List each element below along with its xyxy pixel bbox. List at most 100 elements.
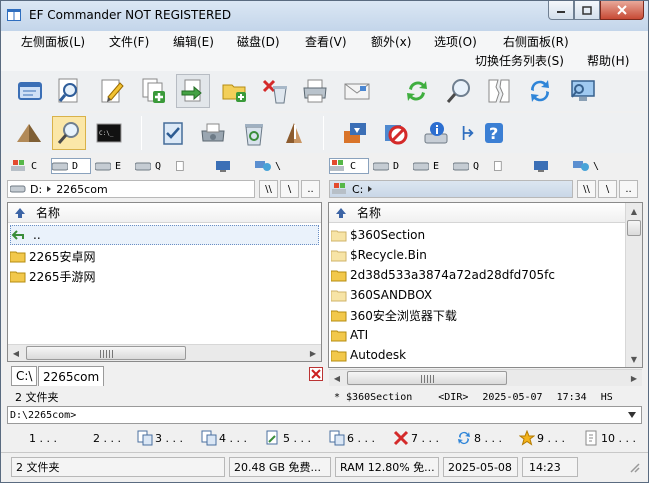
drive-document-right[interactable] [493, 158, 509, 174]
function-key-9[interactable]: 9 . . . [519, 428, 565, 448]
function-key-6[interactable]: 6 . . . [329, 428, 375, 448]
left-root-button[interactable]: \\ [259, 180, 278, 198]
drive-q-right[interactable]: Q [453, 158, 479, 174]
install-button[interactable] [338, 116, 372, 150]
drive-network-left[interactable]: \ [255, 158, 281, 174]
function-key-5[interactable]: 5 . . . [265, 428, 311, 448]
printer-button[interactable] [196, 116, 230, 150]
scroll-up-button[interactable]: ▲ [626, 203, 642, 219]
list-item[interactable]: .. [10, 225, 319, 245]
list-item[interactable]: $360Section [331, 225, 425, 245]
new-folder-button[interactable] [218, 74, 252, 108]
dropdown-arrow-icon[interactable] [627, 411, 637, 419]
left-up-button[interactable]: .. [301, 180, 320, 198]
function-key-3[interactable]: 3 . . . [137, 428, 183, 448]
right-up-button[interactable]: .. [619, 180, 638, 198]
checklist-button[interactable] [156, 116, 190, 150]
menu-task-list[interactable]: 切换任务列表(S) [475, 52, 564, 69]
function-key-2[interactable]: 2 . . . [93, 428, 121, 448]
drive-d-right[interactable]: D [373, 158, 399, 174]
scroll-right-button[interactable]: ▶ [626, 370, 642, 386]
sync-button[interactable] [523, 74, 557, 108]
left-path-field[interactable]: D: 2265com [7, 180, 255, 198]
find-files-button[interactable] [52, 116, 86, 150]
function-key-8[interactable]: 8 . . . [456, 428, 502, 448]
list-item[interactable]: 360SANDBOX [331, 285, 432, 305]
menu-view[interactable]: 查看(V) [305, 33, 347, 50]
close-tab-button[interactable] [309, 367, 323, 381]
function-key-7[interactable]: 7 . . . [393, 428, 439, 448]
left-backslash-button[interactable]: \ [280, 180, 299, 198]
scroll-thumb[interactable] [347, 371, 507, 385]
mail-button[interactable] [340, 74, 374, 108]
menu-options[interactable]: 选项(O) [434, 33, 477, 50]
scroll-right-button[interactable]: ▶ [305, 345, 321, 361]
scroll-left-button[interactable]: ◀ [329, 370, 345, 386]
move-button[interactable] [176, 74, 210, 108]
copy-button[interactable] [136, 74, 170, 108]
tab-c-drive[interactable]: C:\ [11, 366, 38, 386]
resize-grip[interactable] [582, 457, 640, 477]
drive-c-left[interactable]: C [11, 158, 37, 174]
scroll-down-button[interactable]: ▼ [626, 351, 642, 367]
compare-button[interactable] [482, 74, 516, 108]
function-key-10[interactable]: 10 . . . [583, 428, 636, 448]
volume-button[interactable] [277, 116, 311, 150]
list-item[interactable]: $Recycle.Bin [331, 245, 427, 265]
right-horizontal-scrollbar[interactable]: ◀ ▶ [329, 369, 642, 386]
drive-c-right[interactable]: C [329, 158, 369, 174]
list-item[interactable]: 360安全浏览器下载 [331, 305, 457, 325]
list-item[interactable]: 2265安卓网 [10, 246, 96, 266]
right-backslash-button[interactable]: \ [598, 180, 617, 198]
close-button[interactable] [600, 1, 644, 20]
menu-right-panel[interactable]: 右侧面板(R) [503, 33, 569, 50]
split-button[interactable] [460, 116, 476, 150]
scroll-left-button[interactable]: ◀ [8, 345, 24, 361]
right-column-header[interactable]: 名称 [329, 203, 625, 223]
help-button[interactable]: ? [476, 116, 510, 150]
drive-e-right[interactable]: E [413, 158, 439, 174]
drive-desktop-left[interactable] [215, 158, 235, 174]
edit-button[interactable] [95, 74, 129, 108]
no-entry-button[interactable] [378, 116, 412, 150]
list-item[interactable]: Autodesk [331, 345, 406, 365]
list-item[interactable]: 2265手游网 [10, 266, 96, 286]
menu-left-panel[interactable]: 左侧面板(L) [21, 33, 85, 50]
drive-e-left[interactable]: E [95, 158, 121, 174]
find-button[interactable] [442, 74, 476, 108]
view-button[interactable] [52, 74, 86, 108]
command-line[interactable]: D:\2265com> [7, 406, 642, 424]
menu-help[interactable]: 帮助(H) [587, 52, 629, 69]
delete-button[interactable] [259, 74, 293, 108]
minimize-button[interactable] [548, 1, 574, 20]
print-button[interactable] [298, 74, 332, 108]
menu-disk[interactable]: 磁盘(D) [237, 33, 280, 50]
terminal-button[interactable]: C:\_ [92, 116, 126, 150]
list-item[interactable]: ATI [331, 325, 368, 345]
list-item[interactable]: 2d38d533a3874a72ad28dfd705fc [331, 265, 555, 285]
drive-d-left[interactable]: D [51, 158, 91, 174]
menu-edit[interactable]: 编辑(E) [173, 33, 214, 50]
tab-2265com[interactable]: 2265com [38, 366, 105, 386]
left-column-header[interactable]: 名称 [8, 203, 321, 223]
function-key-4[interactable]: 4 . . . [201, 428, 247, 448]
drive-q-left[interactable]: Q [135, 158, 161, 174]
right-path-field[interactable]: C: [329, 180, 573, 198]
scroll-thumb[interactable] [26, 346, 186, 360]
info-button[interactable] [419, 116, 453, 150]
drive-network-right[interactable]: \ [573, 158, 599, 174]
monitor-button[interactable] [566, 74, 600, 108]
refresh-button[interactable] [400, 74, 434, 108]
recycle-button[interactable] [237, 116, 271, 150]
drive-desktop-right[interactable] [533, 158, 553, 174]
scroll-thumb[interactable] [627, 220, 641, 236]
right-vertical-scrollbar[interactable]: ▲ ▼ [625, 203, 642, 367]
maximize-button[interactable] [574, 1, 600, 20]
pyramid-button[interactable] [12, 116, 46, 150]
window-button[interactable] [13, 74, 47, 108]
drive-document-left[interactable] [175, 158, 191, 174]
function-key-1[interactable]: 1 . . . [29, 428, 57, 448]
menu-file[interactable]: 文件(F) [109, 33, 149, 50]
menu-extra[interactable]: 额外(x) [371, 33, 411, 50]
left-horizontal-scrollbar[interactable]: ◀ ▶ [8, 344, 321, 361]
